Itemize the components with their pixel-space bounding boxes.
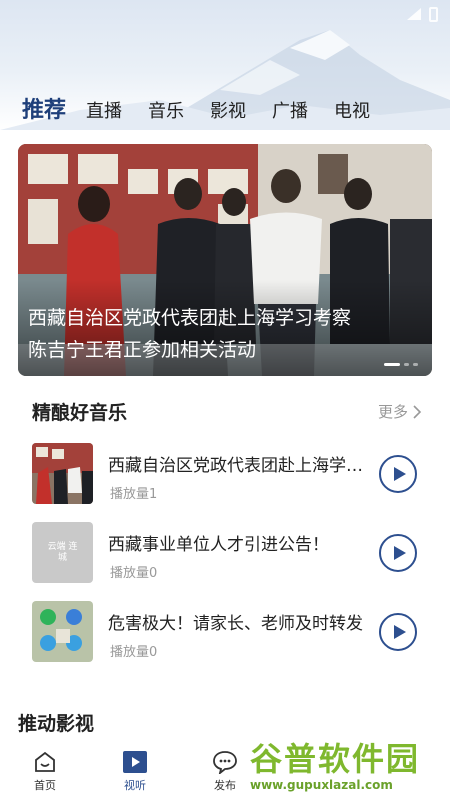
tab-live[interactable]: 直播 — [86, 97, 122, 123]
news-banner[interactable]: 西藏自治区党政代表团赴上海学习考察 陈吉宁王君正参加相关活动 — [18, 144, 432, 376]
play-icon — [393, 467, 406, 481]
tab-tv[interactable]: 电视 — [334, 97, 370, 123]
item-title: 危害极大！请家长、老师及时转发 — [108, 614, 363, 634]
battery-icon — [429, 6, 438, 22]
category-tabs: 推荐 直播 音乐 影视 广播 电视 — [22, 92, 396, 124]
site-watermark: 谷普软件园 www.gupuxlazal.com — [244, 730, 450, 800]
nav-home-label: 首页 — [34, 779, 56, 792]
status-bar — [0, 0, 450, 28]
thumbnail — [32, 601, 93, 662]
thumbnail-logo-text: 云端 连城 — [47, 541, 78, 563]
banner-caption-line1: 西藏自治区党政代表团赴上海学习考察 — [28, 307, 352, 329]
item-title: 西藏自治区党政代表团赴上海学习考察陈吉宁王君正参加相关活动 — [108, 456, 368, 476]
more-link[interactable]: 更多 — [378, 401, 422, 422]
carousel-dot — [413, 363, 418, 366]
music-section-header: 精酿好音乐 更多 — [32, 398, 422, 425]
video-section-title: 推动影视 — [18, 713, 95, 735]
tab-radio[interactable]: 广播 — [272, 97, 308, 123]
carousel-dot — [404, 363, 409, 366]
watermark-url: www.gupuxlazal.com — [250, 778, 393, 792]
nav-home[interactable]: 首页 — [0, 744, 90, 800]
banner-caption: 西藏自治区党政代表团赴上海学习考察 陈吉宁王君正参加相关活动 — [28, 302, 388, 366]
tab-film[interactable]: 影视 — [210, 97, 246, 123]
list-item[interactable]: 云端 连城 西藏事业单位人才引进公告！ 播放量0 — [32, 522, 422, 584]
play-count: 播放量0 — [110, 645, 158, 660]
nav-audiovisual-label: 视听 — [124, 779, 146, 792]
watermark-brand: 谷普软件园 — [250, 740, 421, 778]
thumbnail: 云端 连城 — [32, 522, 93, 583]
tab-music[interactable]: 音乐 — [148, 97, 184, 123]
thumbnail — [32, 443, 93, 504]
tab-recommend[interactable]: 推荐 — [22, 92, 66, 124]
chevron-right-icon — [413, 404, 422, 419]
play-button[interactable] — [379, 613, 417, 651]
play-icon — [393, 546, 406, 560]
play-count: 播放量0 — [110, 566, 158, 581]
carousel-indicator — [384, 363, 418, 366]
play-button[interactable] — [379, 534, 417, 572]
nav-audiovisual[interactable]: 视听 — [90, 744, 180, 800]
list-item[interactable]: 危害极大！请家长、老师及时转发 播放量0 — [32, 601, 422, 663]
list-item[interactable]: 西藏自治区党政代表团赴上海学习考察陈吉宁王君正参加相关活动 播放量1 — [32, 443, 422, 505]
banner-caption-line2: 陈吉宁王君正参加相关活动 — [28, 339, 257, 361]
section-title: 精酿好音乐 — [32, 402, 128, 424]
play-icon — [393, 625, 406, 639]
play-button[interactable] — [379, 455, 417, 493]
signal-icon — [407, 8, 421, 20]
chat-bubble-icon — [213, 751, 237, 774]
home-icon — [35, 751, 55, 772]
nav-publish-label: 发布 — [214, 779, 236, 792]
item-title: 西藏事业单位人才引进公告！ — [108, 535, 329, 555]
more-label: 更多 — [377, 403, 408, 421]
play-count: 播放量1 — [110, 487, 158, 502]
play-square-icon — [123, 751, 147, 773]
carousel-dot — [384, 363, 400, 366]
